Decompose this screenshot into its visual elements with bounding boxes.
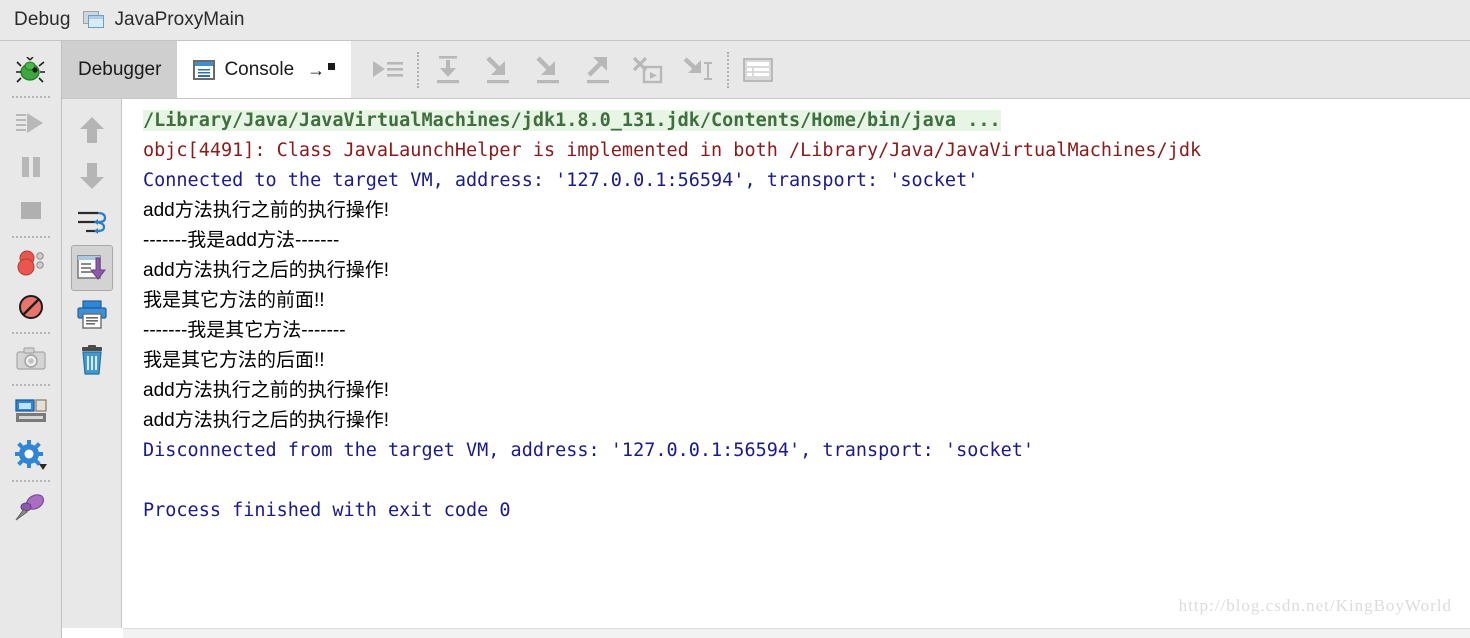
window-icon xyxy=(82,11,105,29)
restore-layout-icon[interactable] xyxy=(11,389,51,433)
console-line: 我是其它方法的前面!! xyxy=(143,290,325,311)
console-line: /Library/Java/JavaVirtualMachines/jdk1.8… xyxy=(143,106,1470,136)
console-toolbar xyxy=(62,99,122,628)
toolbar-separator xyxy=(727,51,730,88)
console-line: add方法执行之前的执行操作! xyxy=(143,380,389,401)
soft-wrap-icon[interactable] xyxy=(71,199,113,245)
step-out-icon[interactable] xyxy=(573,47,623,93)
console-output-area[interactable]: /Library/Java/JavaVirtualMachines/jdk1.8… xyxy=(123,99,1470,628)
print-icon[interactable] xyxy=(71,291,113,337)
console-line: Process finished with exit code 0 xyxy=(143,500,511,521)
console-line: add方法执行之后的执行操作! xyxy=(143,410,389,431)
pause-program-icon[interactable] xyxy=(11,145,51,189)
scroll-down-icon[interactable] xyxy=(71,153,113,199)
rail-separator xyxy=(11,96,50,98)
debug-actions-toolbar xyxy=(351,41,783,98)
run-to-cursor-icon[interactable] xyxy=(673,47,723,93)
scroll-up-icon[interactable] xyxy=(71,107,113,153)
console-horizontal-scrollbar[interactable] xyxy=(123,628,1470,638)
console-line: -------我是其它方法------- xyxy=(143,320,346,341)
tab-console-label: Console xyxy=(224,58,295,80)
console-line: -------我是add方法------- xyxy=(143,230,340,251)
console-line: Disconnected from the target VM, address… xyxy=(143,440,1035,461)
debug-tool-window: Debug JavaProxyMain Debugger Console → /… xyxy=(0,0,1470,638)
mute-breakpoints-icon[interactable] xyxy=(11,285,51,329)
camera-snapshot-icon[interactable] xyxy=(11,337,51,381)
resume-program-icon[interactable] xyxy=(11,101,51,145)
tab-console[interactable]: Console → xyxy=(177,41,352,98)
console-output-text: /Library/Java/JavaVirtualMachines/jdk1.8… xyxy=(143,106,1470,526)
watermark: http://blog.csdn.net/KingBoyWorld xyxy=(1178,596,1452,615)
step-over-icon[interactable] xyxy=(423,47,473,93)
pin-tab-icon[interactable] xyxy=(11,485,51,529)
clear-all-icon[interactable] xyxy=(71,337,113,383)
settings-gear-icon[interactable] xyxy=(11,433,51,477)
toolbar-separator xyxy=(417,51,420,88)
debug-left-toolbar xyxy=(0,41,62,638)
console-line: 我是其它方法的后面!! xyxy=(143,350,325,371)
debug-bug-icon[interactable] xyxy=(11,49,51,93)
scroll-to-end-icon[interactable] xyxy=(70,245,113,291)
console-line-text: /Library/Java/JavaVirtualMachines/jdk1.8… xyxy=(143,110,1001,131)
tab-debugger[interactable]: Debugger xyxy=(62,41,178,98)
evaluate-expression-icon[interactable] xyxy=(733,47,783,93)
force-step-into-icon[interactable] xyxy=(523,47,573,93)
tab-detach-icon[interactable]: → xyxy=(307,61,336,79)
run-configuration-name[interactable]: JavaProxyMain xyxy=(115,9,245,31)
rail-separator xyxy=(11,480,50,482)
view-breakpoints-icon[interactable] xyxy=(11,241,51,285)
stop-icon[interactable] xyxy=(11,189,51,233)
rail-separator xyxy=(11,384,50,386)
debug-label: Debug xyxy=(14,9,71,30)
step-into-icon[interactable] xyxy=(473,47,523,93)
console-line: add方法执行之前的执行操作! xyxy=(143,200,389,221)
rail-separator xyxy=(11,332,50,334)
console-line: objc[4491]: Class JavaLaunchHelper is im… xyxy=(143,140,1202,161)
debug-tabbar: Debugger Console → xyxy=(62,41,1470,99)
console-line: Connected to the target VM, address: '12… xyxy=(143,170,979,191)
tab-debugger-label: Debugger xyxy=(78,58,162,80)
rail-separator xyxy=(11,236,50,238)
console-icon xyxy=(193,59,216,80)
drop-frame-icon[interactable] xyxy=(623,47,673,93)
console-line: add方法执行之后的执行操作! xyxy=(143,260,389,281)
debug-header-bar: Debug JavaProxyMain xyxy=(0,0,1470,41)
show-execution-point-icon[interactable] xyxy=(363,47,413,93)
